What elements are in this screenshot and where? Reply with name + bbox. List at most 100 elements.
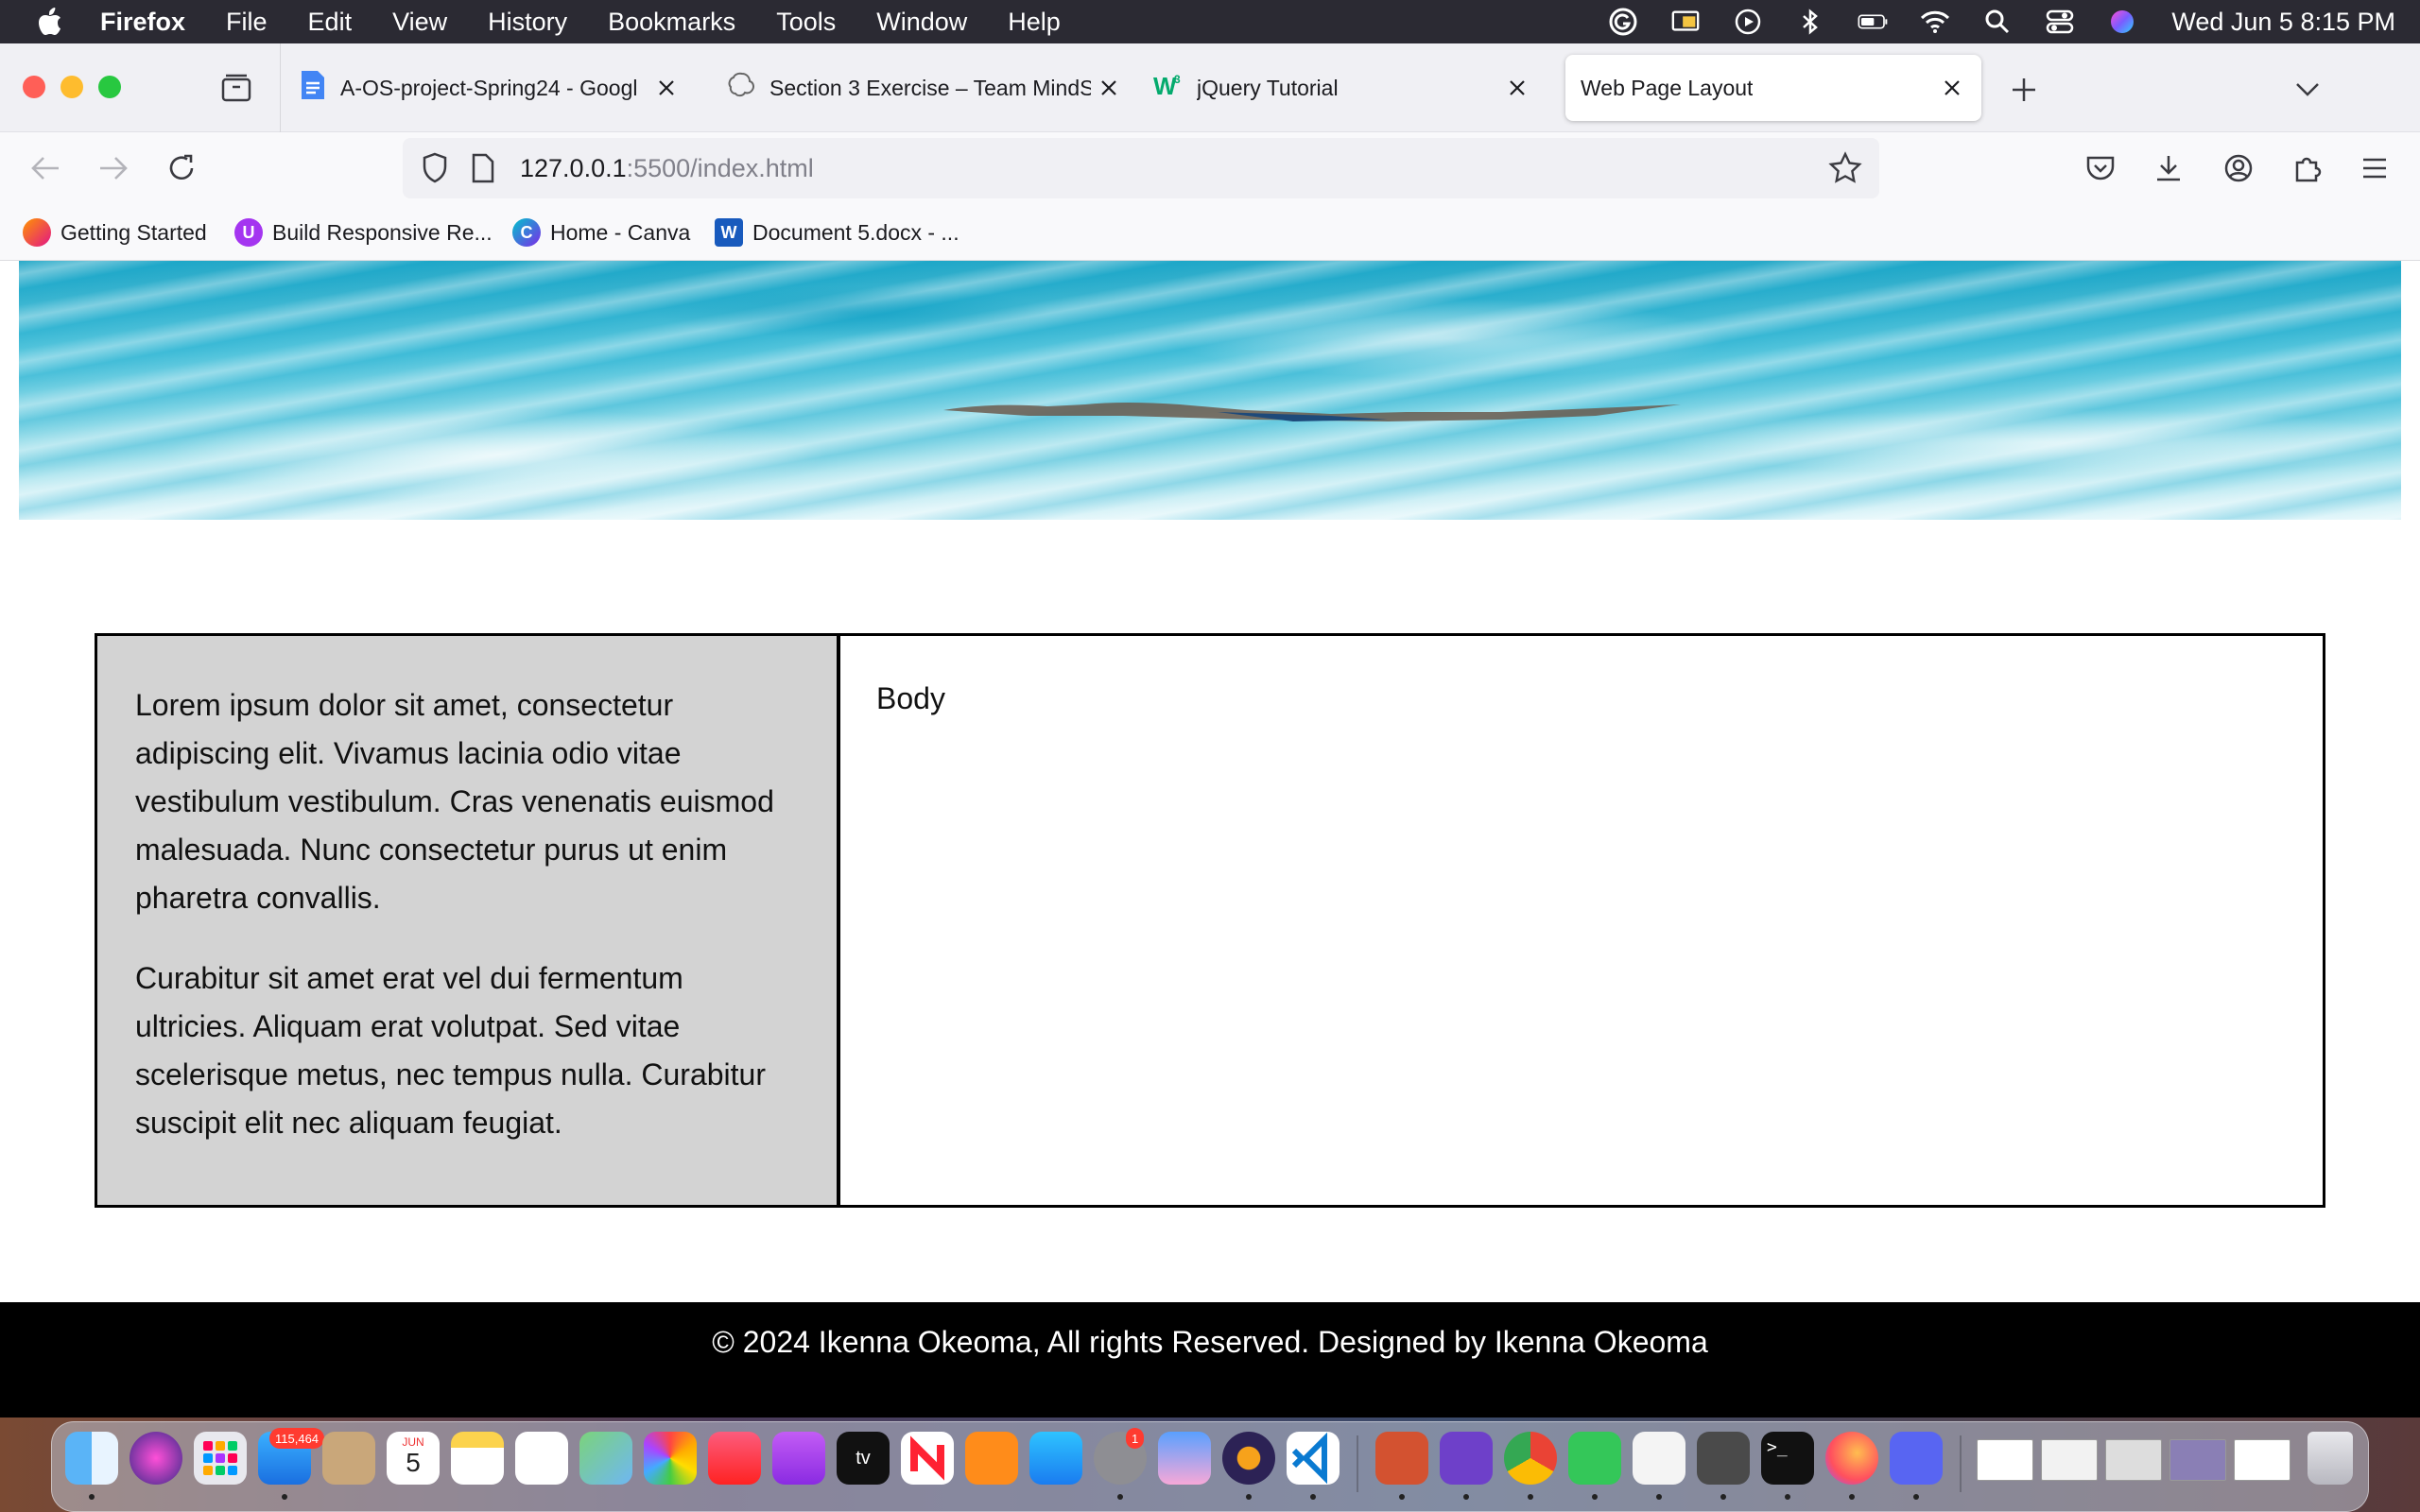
bookmark-label: Home - Canva [550, 219, 691, 245]
menu-app-name[interactable]: Firefox [100, 8, 185, 37]
bluetooth-icon[interactable] [1795, 7, 1825, 37]
messages-icon[interactable] [1568, 1432, 1621, 1485]
new-tab-icon[interactable] [2006, 72, 2042, 108]
menu-file[interactable]: File [226, 8, 268, 37]
siri-app-icon[interactable] [130, 1432, 182, 1485]
grammarly-icon[interactable] [1608, 7, 1638, 37]
firefox-dock-icon[interactable] [1825, 1432, 1878, 1485]
menu-clock[interactable]: Wed Jun 5 8:15 PM [2171, 8, 2395, 37]
bookmark-getting-started[interactable]: Getting Started [23, 214, 207, 251]
system-settings-icon[interactable]: 1 [1094, 1428, 1147, 1485]
notes-icon[interactable] [451, 1432, 504, 1485]
tab-chatgpt[interactable]: Section 3 Exercise – Team MindS [728, 55, 1121, 121]
tv-icon[interactable]: tv [837, 1432, 890, 1485]
app-store-icon[interactable] [1029, 1432, 1082, 1485]
finder-icon[interactable] [65, 1432, 118, 1485]
reminders-icon[interactable] [515, 1432, 568, 1485]
tab-web-page-layout[interactable]: Web Page Layout [1565, 55, 1981, 121]
battery-icon[interactable] [1858, 7, 1888, 37]
minimized-window-thumbnail[interactable] [2105, 1439, 2162, 1481]
hamburger-menu-icon[interactable] [2354, 147, 2395, 189]
menu-view[interactable]: View [392, 8, 447, 37]
page-icon [471, 153, 495, 188]
chrome-icon[interactable] [1504, 1432, 1557, 1485]
close-window-button[interactable] [23, 76, 45, 98]
podcasts-icon[interactable] [772, 1432, 825, 1485]
minimized-window-thumbnail[interactable] [2234, 1439, 2290, 1481]
apple-menu-icon[interactable] [25, 0, 76, 43]
minimized-window-thumbnail[interactable] [1977, 1439, 2033, 1481]
close-tab-icon[interactable] [652, 74, 681, 102]
github-desktop-icon[interactable] [1440, 1432, 1493, 1485]
zoom-window-button[interactable] [98, 76, 121, 98]
minimized-window-thumbnail[interactable] [2041, 1439, 2098, 1481]
account-icon[interactable] [2218, 147, 2259, 189]
play-icon[interactable] [1733, 7, 1763, 37]
calendar-icon[interactable]: JUN 5 [387, 1432, 440, 1485]
menu-tools[interactable]: Tools [776, 8, 836, 37]
body-text: Body [876, 681, 945, 715]
wifi-icon[interactable] [1920, 7, 1950, 37]
address-bar[interactable]: 127.0.0.1:5500/index.html [403, 138, 1879, 198]
maps-icon[interactable] [579, 1432, 632, 1485]
menu-bookmarks[interactable]: Bookmarks [608, 8, 735, 37]
bookmark-canva[interactable]: C Home - Canva [512, 214, 690, 251]
textedit-icon[interactable] [1633, 1432, 1685, 1485]
music-icon[interactable] [708, 1432, 761, 1485]
photos-icon[interactable] [644, 1432, 697, 1485]
discord-icon[interactable] [1890, 1432, 1943, 1485]
close-tab-icon[interactable] [1095, 74, 1123, 102]
list-all-tabs-icon[interactable] [2290, 72, 2325, 108]
cast-icon[interactable] [1670, 7, 1701, 37]
bookmark-document[interactable]: W Document 5.docx - ... [715, 214, 959, 251]
control-center-icon[interactable] [2045, 7, 2075, 37]
tab-title: Web Page Layout [1581, 75, 1754, 100]
back-icon[interactable] [25, 147, 66, 189]
bookmark-star-icon[interactable] [1828, 151, 1862, 190]
mail-badge: 115,464 [269, 1428, 325, 1449]
minimize-window-button[interactable] [60, 76, 83, 98]
terminal-icon[interactable]: >_ [1761, 1432, 1814, 1485]
udemy-icon: U [234, 218, 263, 247]
tab-docs[interactable]: A-OS-project-Spring24 - Googl [299, 55, 696, 121]
calendar-day: 5 [406, 1448, 421, 1477]
trash-icon[interactable] [2308, 1432, 2353, 1485]
siri-icon[interactable] [2107, 7, 2137, 37]
menu-edit[interactable]: Edit [308, 8, 353, 37]
close-tab-icon[interactable] [1938, 74, 1966, 102]
close-tab-icon[interactable] [1503, 74, 1531, 102]
sidebar-paragraph: Lorem ipsum dolor sit amet, consectetur … [135, 688, 774, 915]
powerpoint-icon[interactable] [1375, 1432, 1428, 1485]
minimized-window-thumbnail[interactable] [2169, 1439, 2226, 1481]
launchpad-icon[interactable] [194, 1432, 247, 1485]
shield-icon[interactable] [420, 151, 450, 190]
extensions-icon[interactable] [2286, 147, 2327, 189]
spotlight-icon[interactable] [1982, 7, 2013, 37]
bookmark-label: Build Responsive Re... [272, 219, 493, 245]
forward-icon[interactable] [93, 147, 134, 189]
svg-text:3: 3 [1174, 73, 1181, 86]
url-text[interactable]: 127.0.0.1:5500/index.html [520, 154, 814, 183]
reload-icon[interactable] [161, 147, 202, 189]
downloads-icon[interactable] [2148, 147, 2189, 189]
settings-badge: 1 [1126, 1428, 1145, 1449]
mail-icon[interactable]: 115,464 [258, 1428, 325, 1485]
bookmark-build-responsive[interactable]: U Build Responsive Re... [234, 214, 493, 251]
tab-jquery[interactable]: W3 jQuery Tutorial [1153, 55, 1547, 121]
books-icon[interactable] [965, 1432, 1018, 1485]
firefox-icon [23, 218, 51, 247]
firefox-view-icon[interactable] [219, 72, 253, 106]
xcode-tools-icon[interactable] [1697, 1432, 1750, 1485]
eclipse-icon[interactable] [1222, 1432, 1275, 1485]
pocket-icon[interactable] [2080, 147, 2121, 189]
news-icon[interactable] [901, 1432, 954, 1485]
vscode-icon[interactable] [1287, 1432, 1340, 1485]
keynote-icon[interactable] [1158, 1432, 1211, 1485]
content-container: Lorem ipsum dolor sit amet, consectetur … [95, 633, 2325, 1208]
menu-help[interactable]: Help [1008, 8, 1061, 37]
menu-window[interactable]: Window [876, 8, 967, 37]
word-icon: W [715, 218, 743, 247]
openai-icon [728, 71, 756, 105]
menu-history[interactable]: History [488, 8, 567, 37]
contacts-icon[interactable] [322, 1432, 375, 1485]
